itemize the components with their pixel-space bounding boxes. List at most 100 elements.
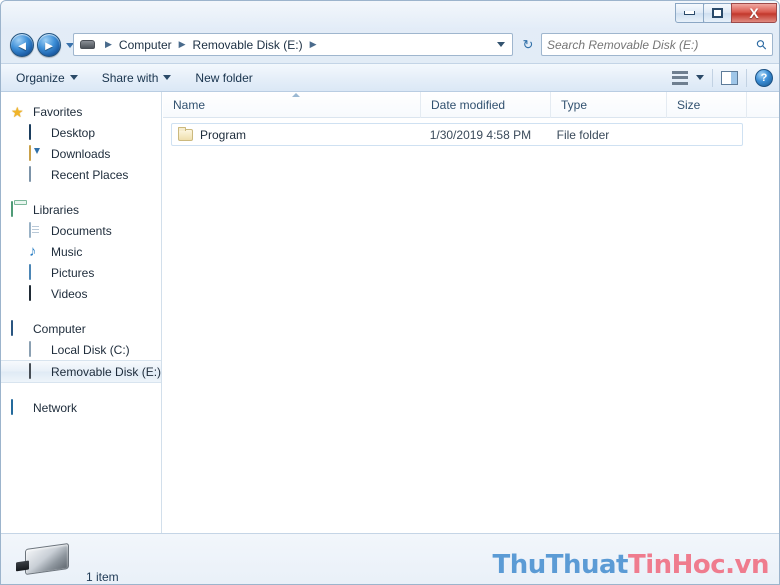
sidebar-item-documents[interactable]: Documents	[1, 220, 161, 241]
watermark-part-3: .vn	[725, 550, 769, 580]
sidebar-item-label: Videos	[51, 286, 88, 301]
address-bar[interactable]: ▶ Computer ▶ Removable Disk (E:) ▶	[73, 33, 513, 56]
new-folder-label: New folder	[195, 70, 253, 85]
organize-label: Organize	[16, 70, 65, 85]
change-view-icon[interactable]	[672, 70, 688, 85]
chevron-down-icon[interactable]	[696, 75, 704, 80]
music-icon: ♪	[29, 242, 37, 260]
hard-disk-icon	[29, 340, 45, 358]
watermark-part-2: TinHoc	[627, 550, 726, 580]
search-input[interactable]	[547, 37, 758, 52]
sidebar-item-local-disk-c[interactable]: Local Disk (C:)	[1, 339, 161, 360]
desktop-icon	[29, 123, 45, 141]
folder-icon	[178, 126, 193, 141]
sidebar-item-recent-places[interactable]: Recent Places	[1, 164, 161, 185]
share-with-label: Share with	[101, 70, 159, 85]
cell-name: Program	[172, 126, 424, 142]
column-header-spacer	[747, 92, 779, 118]
sidebar-item-pictures[interactable]: Pictures	[1, 262, 161, 283]
sidebar-item-label: Documents	[51, 223, 112, 238]
window-controls: X	[675, 3, 777, 23]
network-icon	[11, 398, 27, 416]
sidebar-item-computer[interactable]: Computer	[1, 318, 161, 339]
navigation-pane: ★ Favorites Desktop Downloads Recent Pla…	[1, 92, 162, 533]
sidebar-item-libraries[interactable]: Libraries	[1, 199, 161, 220]
sidebar-item-music[interactable]: ♪ Music	[1, 241, 161, 262]
search-box[interactable]: ⚲	[541, 33, 773, 56]
sidebar-item-downloads[interactable]: Downloads	[1, 143, 161, 164]
cell-type: File folder	[556, 127, 610, 142]
watermark-part-1: ThuThuat	[492, 550, 628, 580]
sidebar-item-label: Network	[33, 400, 78, 415]
watermark: ThuThuatTinHoc.vn	[492, 550, 769, 580]
share-with-menu-button[interactable]: Share with	[93, 67, 181, 89]
chevron-down-icon	[163, 75, 172, 80]
navigation-buttons: ◄ ►	[10, 33, 74, 57]
command-toolbar: Organize Share with New folder ?	[1, 63, 779, 92]
toolbar-divider	[712, 68, 713, 87]
organize-menu-button[interactable]: Organize	[7, 67, 87, 89]
close-icon: X	[749, 5, 759, 21]
videos-icon	[29, 284, 45, 302]
help-icon[interactable]: ?	[755, 68, 773, 87]
breadcrumb-removable-disk[interactable]: Removable Disk (E:)	[191, 37, 305, 53]
breadcrumb-separator-icon: ▶	[105, 39, 112, 49]
table-row[interactable]: Program 1/30/2019 4:58 PM File folder	[171, 123, 743, 146]
refresh-button[interactable]: ↻	[517, 33, 539, 56]
file-name-label: Program	[200, 127, 247, 142]
refresh-icon: ↻	[522, 36, 534, 52]
computer-icon	[11, 319, 27, 337]
libraries-icon	[11, 200, 27, 218]
sidebar-item-favorites[interactable]: ★ Favorites	[1, 101, 161, 122]
sort-ascending-icon	[291, 92, 300, 97]
column-header-label: Date modified	[431, 97, 506, 112]
status-bar: 1 item ThuThuatTinHoc.vn	[1, 533, 779, 584]
item-count-label: 1 item	[86, 570, 119, 584]
sidebar-item-removable-disk-e[interactable]: Removable Disk (E:)	[1, 360, 161, 383]
maximize-icon	[712, 8, 723, 18]
usb-drive-icon	[25, 542, 69, 576]
preview-pane-icon[interactable]	[721, 70, 738, 85]
sidebar-item-label: Recent Places	[51, 167, 129, 182]
forward-button[interactable]: ►	[37, 33, 61, 57]
sidebar-item-label: Pictures	[51, 265, 95, 280]
sidebar-item-label: Removable Disk (E:)	[51, 364, 162, 379]
minimize-icon	[684, 11, 695, 15]
column-header-type[interactable]: Type	[551, 91, 667, 118]
column-header-name[interactable]: Name	[163, 91, 421, 118]
sidebar-item-label: Desktop	[51, 125, 96, 140]
breadcrumb-separator-icon: ▶	[309, 39, 317, 49]
title-bar: X	[1, 1, 779, 29]
close-button[interactable]: X	[731, 3, 777, 23]
breadcrumb-computer[interactable]: Computer	[117, 37, 174, 53]
address-dropdown-icon[interactable]	[497, 42, 505, 47]
breadcrumb-separator-icon: ▶	[178, 39, 186, 49]
toolbar-right-group: ?	[672, 68, 779, 87]
sidebar-item-label: Downloads	[51, 146, 111, 161]
maximize-button[interactable]	[703, 3, 732, 23]
forward-arrow-icon: ►	[42, 37, 56, 53]
downloads-icon	[29, 144, 45, 162]
sidebar-item-network[interactable]: Network	[1, 397, 161, 418]
toolbar-divider	[746, 68, 747, 87]
back-arrow-icon: ◄	[15, 37, 29, 53]
cell-date-modified: 1/30/2019 4:58 PM	[429, 127, 532, 142]
sidebar-item-label: Music	[51, 244, 83, 259]
column-header-size[interactable]: Size	[667, 91, 747, 118]
explorer-window: X ◄ ► ▶ Computer ▶ Removable Disk (E:) ▶…	[0, 0, 780, 585]
new-folder-button[interactable]: New folder	[186, 67, 261, 89]
sidebar-item-desktop[interactable]: Desktop	[1, 122, 161, 143]
recent-places-icon	[29, 165, 45, 183]
sidebar-item-videos[interactable]: Videos	[1, 283, 161, 304]
removable-drive-icon	[80, 40, 95, 49]
minimize-button[interactable]	[675, 3, 704, 23]
column-header-date-modified[interactable]: Date modified	[421, 91, 551, 118]
removable-drive-icon	[29, 362, 45, 380]
pictures-icon	[29, 263, 45, 281]
back-button[interactable]: ◄	[10, 33, 34, 57]
column-header-row: Name Date modified Type Size	[163, 91, 779, 118]
sidebar-item-label: Favorites	[33, 104, 83, 119]
